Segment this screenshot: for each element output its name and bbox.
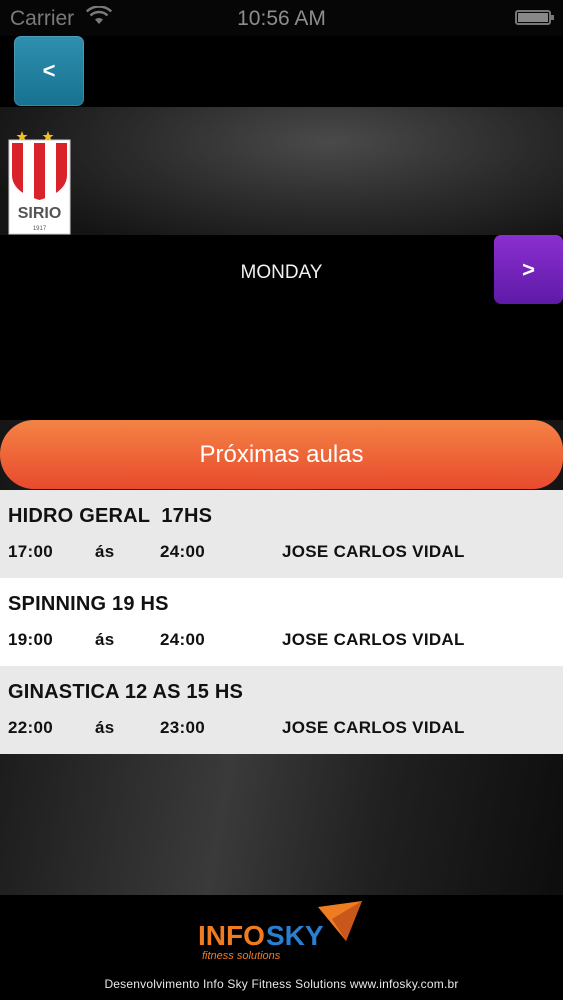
class-row[interactable]: HIDRO GERAL 17HS 17:00 ás 24:00 JOSE CAR…	[0, 490, 563, 578]
infosky-logo-info: INFO	[198, 920, 265, 951]
class-name: GINASTICA 12 AS 15 HS	[8, 681, 244, 703]
club-logo: SIRIO 1917	[8, 131, 71, 235]
club-logo-year: 1917	[33, 226, 47, 232]
footer: INFO SKY fitness solutions Desenvolvimen…	[0, 895, 563, 1000]
class-start-time: 22:00	[8, 718, 53, 737]
nav-bar: <	[0, 36, 563, 107]
class-name: SPINNING 19 HS	[8, 593, 169, 615]
class-list: HIDRO GERAL 17HS 17:00 ás 24:00 JOSE CAR…	[0, 490, 563, 754]
classes-panel: Próximas aulas HIDRO GERAL 17HS 17:00 ás…	[0, 420, 563, 895]
class-start-time: 19:00	[8, 630, 53, 649]
class-teacher: JOSE CARLOS VIDAL	[282, 542, 465, 561]
infosky-logo-tagline: fitness solutions	[202, 950, 281, 962]
day-selector: MONDAY >	[0, 235, 563, 420]
class-start-time: 17:00	[8, 542, 53, 561]
proximas-aulas-button[interactable]: Próximas aulas	[0, 420, 563, 489]
infosky-logo: INFO SKY fitness solutions	[198, 901, 362, 962]
infosky-logo-sky: SKY	[266, 920, 324, 951]
back-button[interactable]: <	[14, 36, 84, 106]
class-row[interactable]: SPINNING 19 HS 19:00 ás 24:00 JOSE CARLO…	[0, 578, 563, 666]
status-bar: Carrier 10:56 AM	[0, 0, 563, 36]
footer-credit: Desenvolvimento Info Sky Fitness Solutio…	[104, 977, 459, 991]
club-logo-text: SIRIO	[18, 205, 62, 222]
class-time-separator: ás	[95, 718, 115, 737]
class-row[interactable]: GINASTICA 12 AS 15 HS 22:00 ás 23:00 JOS…	[0, 666, 563, 754]
class-teacher: JOSE CARLOS VIDAL	[282, 630, 465, 649]
next-day-button[interactable]: >	[494, 235, 563, 304]
day-label: MONDAY	[240, 262, 323, 283]
class-name: HIDRO GERAL 17HS	[8, 505, 213, 527]
class-teacher: JOSE CARLOS VIDAL	[282, 718, 465, 737]
logo-banner: SIRIO 1917	[0, 107, 563, 235]
class-time-separator: ás	[95, 542, 115, 561]
class-time-separator: ás	[95, 630, 115, 649]
class-end-time: 23:00	[160, 718, 205, 737]
class-end-time: 24:00	[160, 542, 205, 561]
battery-icon	[515, 10, 554, 25]
class-end-time: 24:00	[160, 630, 205, 649]
status-time: 10:56 AM	[237, 7, 326, 30]
